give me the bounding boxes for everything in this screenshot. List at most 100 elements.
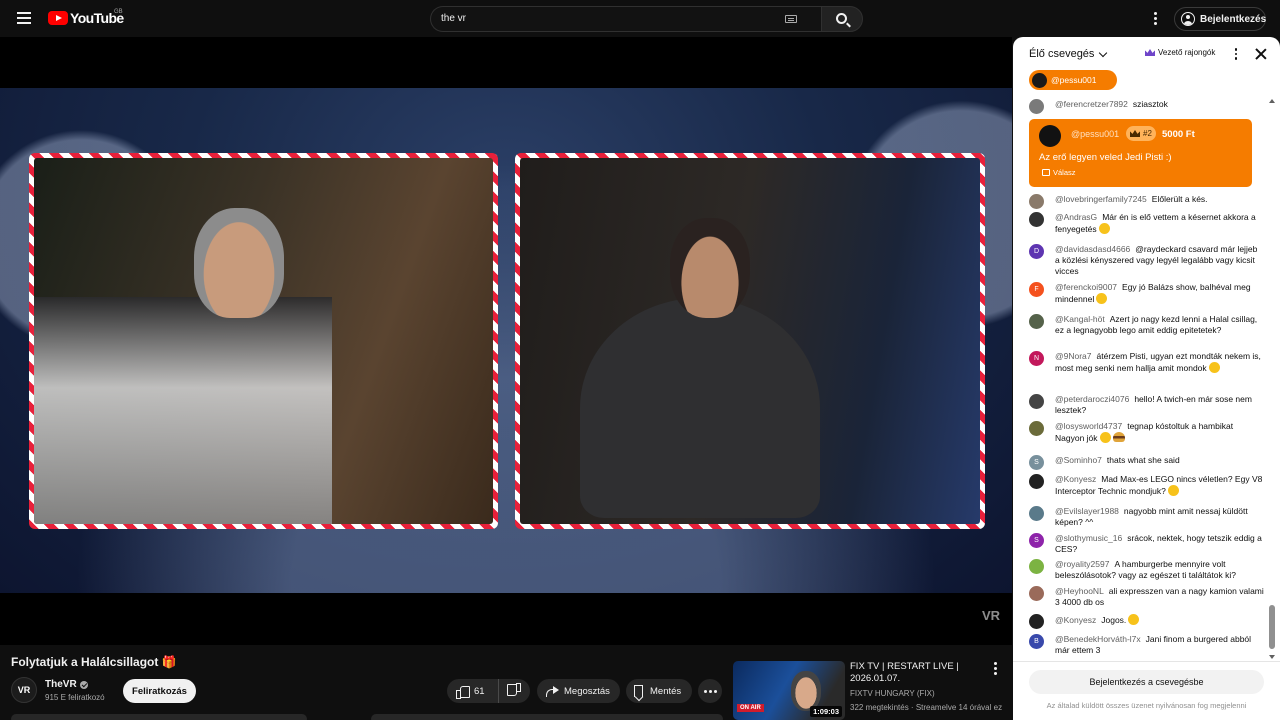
settings-more-icon[interactable] — [1150, 12, 1160, 26]
chat-message[interactable]: B @BenedekHorváth-l7x Jani finom a burger… — [1029, 634, 1264, 656]
superchat-author: @pessu001 — [1071, 129, 1120, 139]
chat-message[interactable]: @lovebringerfamily7245 Előlerült a kés. — [1029, 194, 1264, 209]
chat-author: @royality2597 — [1055, 559, 1110, 569]
chat-message[interactable]: @HeyhooNL ali expresszen van a nagy kamio… — [1029, 586, 1264, 608]
like-button[interactable]: 61 — [447, 679, 499, 703]
scroll-down-arrow-icon[interactable] — [1269, 655, 1275, 659]
chat-message[interactable]: @Evilslayer1988 nagyobb mint amit nessaj … — [1029, 506, 1264, 528]
youtube-logo[interactable]: YouTube — [48, 10, 124, 26]
grinning-emoji-icon — [1098, 223, 1110, 234]
chat-author: @davidasdasd4666 — [1055, 244, 1131, 254]
chat-header: Élő csevegés Vezető rajongók — [1013, 37, 1280, 71]
chat-message[interactable]: @Kangal-höt Azert jo nagy kezd lenni a Ha… — [1029, 314, 1264, 336]
chat-mode-dropdown[interactable]: Élő csevegés — [1029, 48, 1108, 60]
hamburger-menu-icon[interactable] — [14, 9, 34, 29]
chat-author: @9Nora7 — [1055, 351, 1092, 361]
superchat-text: Az erő legyen veled Jedi Pisti :) — [1039, 152, 1172, 163]
like-count: 61 — [474, 685, 485, 697]
user-circle-icon — [1181, 12, 1195, 26]
live-chat-panel: Élő csevegés Vezető rajongók @pessu001 @… — [1013, 37, 1280, 720]
chat-message[interactable]: @peterdaroczi4076 hello! A twich-en már s… — [1029, 394, 1264, 416]
search-icon — [836, 13, 847, 24]
chat-message[interactable]: @Konyesz Jogos. — [1029, 614, 1264, 629]
chat-author: @ferencretzer7892 — [1055, 99, 1128, 109]
chat-author: @Kangal-höt — [1055, 314, 1105, 324]
video-frame — [0, 88, 1012, 593]
chat-more-icon[interactable] — [1232, 48, 1240, 61]
chat-message[interactable]: S @Sominho7 thats what she said — [1029, 455, 1264, 470]
keyboard-icon[interactable] — [785, 15, 797, 23]
superchat-rank: #2 — [1143, 129, 1152, 138]
chat-message[interactable]: D @davidasdasd4666 @raydeckard csavard má… — [1029, 244, 1264, 277]
chat-text: Jogos. — [1101, 615, 1127, 625]
chat-signin-button[interactable]: Bejelentkezés a csevegésbe — [1029, 670, 1264, 694]
country-code: GB — [114, 9, 123, 15]
chat-message-body: @davidasdasd4666 @raydeckard csavard már … — [1055, 244, 1264, 277]
channel-avatar[interactable]: VR — [11, 677, 37, 703]
subscribe-button[interactable]: Feliratkozás — [123, 679, 196, 703]
chat-message-body: @ferencretzer7892 sziasztok — [1055, 99, 1264, 110]
bookmark-icon — [634, 685, 643, 697]
search-value[interactable]: the vr — [441, 13, 466, 24]
recommended-channel[interactable]: FIXTV HUNGARY (FIX) — [850, 689, 935, 698]
video-player[interactable]: VR — [0, 37, 1012, 645]
more-actions-button[interactable] — [698, 679, 722, 703]
share-button[interactable]: Megosztás — [537, 679, 620, 703]
chat-message-body: @ferenckoi9007 Egy jó Balázs show, balhév… — [1055, 282, 1264, 305]
ticker-name: @pessu001 — [1051, 75, 1097, 85]
channel-watermark[interactable]: VR — [982, 608, 1000, 623]
chat-author: @losysworld4737 — [1055, 421, 1123, 431]
chat-author: @Evilslayer1988 — [1055, 506, 1119, 516]
chat-message[interactable]: N @9Nora7 átérzem Pisti, ugyan ezt mondtá… — [1029, 351, 1264, 374]
chat-message[interactable]: F @ferenckoi9007 Egy jó Balázs show, balh… — [1029, 282, 1264, 305]
chat-message-body: @Evilslayer1988 nagyobb mint amit nessaj … — [1055, 506, 1264, 528]
chat-author: @ferenckoi9007 — [1055, 282, 1118, 292]
chat-avatar — [1029, 474, 1044, 489]
chat-avatar: B — [1029, 634, 1044, 649]
chat-disclaimer: Az általad küldött összes üzenet nyilván… — [1046, 701, 1247, 710]
more-horizontal-icon — [703, 689, 717, 693]
superchat-reply-button[interactable]: Válasz — [1042, 168, 1076, 177]
superchat-avatar — [1039, 125, 1061, 147]
chat-message[interactable]: @AndrasG Már én is elő vettem a késernet … — [1029, 212, 1264, 235]
chat-message[interactable]: @ferencretzer7892 sziasztok — [1029, 99, 1264, 114]
search-input[interactable]: the vr — [430, 6, 821, 32]
crown-icon — [1130, 130, 1140, 137]
scroll-up-arrow-icon[interactable] — [1269, 99, 1275, 103]
superchat-amount: 5000 Ft — [1162, 129, 1195, 140]
grinning-emoji-icon — [1167, 485, 1179, 496]
chat-author: @Konyesz — [1055, 474, 1097, 484]
chat-message[interactable]: @royality2597 A hamburgerbe mennyire volt… — [1029, 559, 1264, 581]
crown-icon — [1145, 49, 1155, 56]
chat-message-body: @9Nora7 átérzem Pisti, ugyan ezt mondták … — [1055, 351, 1264, 374]
chat-message-body: @Konyesz Mad Max-es LEGO nincs véletlen? … — [1055, 474, 1264, 497]
chat-author: @slothymusic_16 — [1055, 533, 1123, 543]
search-button[interactable] — [821, 6, 863, 32]
superchat-message[interactable]: @pessu001 #2 5000 Ft Az erő legyen veled… — [1029, 119, 1252, 187]
chat-message[interactable]: @Konyesz Mad Max-es LEGO nincs véletlen? … — [1029, 474, 1264, 497]
channel-name[interactable]: TheVR — [45, 679, 77, 690]
chat-avatar: N — [1029, 351, 1044, 366]
on-air-badge: ON AIR — [737, 704, 764, 712]
chat-author: @lovebringerfamily7245 — [1055, 194, 1147, 204]
scrollbar-thumb[interactable] — [1269, 605, 1275, 649]
chat-avatar — [1029, 614, 1044, 629]
chat-author: @AndrasG — [1055, 212, 1098, 222]
chat-text: thats what she said — [1106, 455, 1180, 465]
dislike-button[interactable] — [499, 679, 530, 703]
recommended-title[interactable]: FIX TV | RESTART LIVE | 2026.01.07. — [850, 661, 980, 685]
recommended-more-icon[interactable] — [990, 662, 1000, 676]
top-fans-button[interactable]: Vezető rajongók — [1145, 48, 1215, 57]
description-box-edge-2 — [371, 714, 723, 720]
save-button[interactable]: Mentés — [626, 679, 692, 703]
signin-button[interactable]: Bejelentkezés — [1174, 7, 1266, 31]
chat-message-body: @losysworld4737 tegnap kóstoltuk a hambik… — [1055, 421, 1264, 444]
chat-message[interactable]: S @slothymusic_16 srácok, nektek, hogy te… — [1029, 533, 1264, 555]
chat-scrollbar[interactable] — [1268, 99, 1276, 659]
chat-avatar: S — [1029, 455, 1044, 470]
chat-author: @Konyesz — [1055, 615, 1097, 625]
superchat-ticker[interactable]: @pessu001 — [1029, 70, 1117, 90]
close-icon[interactable] — [1254, 47, 1268, 61]
chat-message[interactable]: @losysworld4737 tegnap kóstoltuk a hambik… — [1029, 421, 1264, 444]
recommended-thumbnail[interactable]: ON AIR 1:09:03 — [733, 661, 845, 720]
